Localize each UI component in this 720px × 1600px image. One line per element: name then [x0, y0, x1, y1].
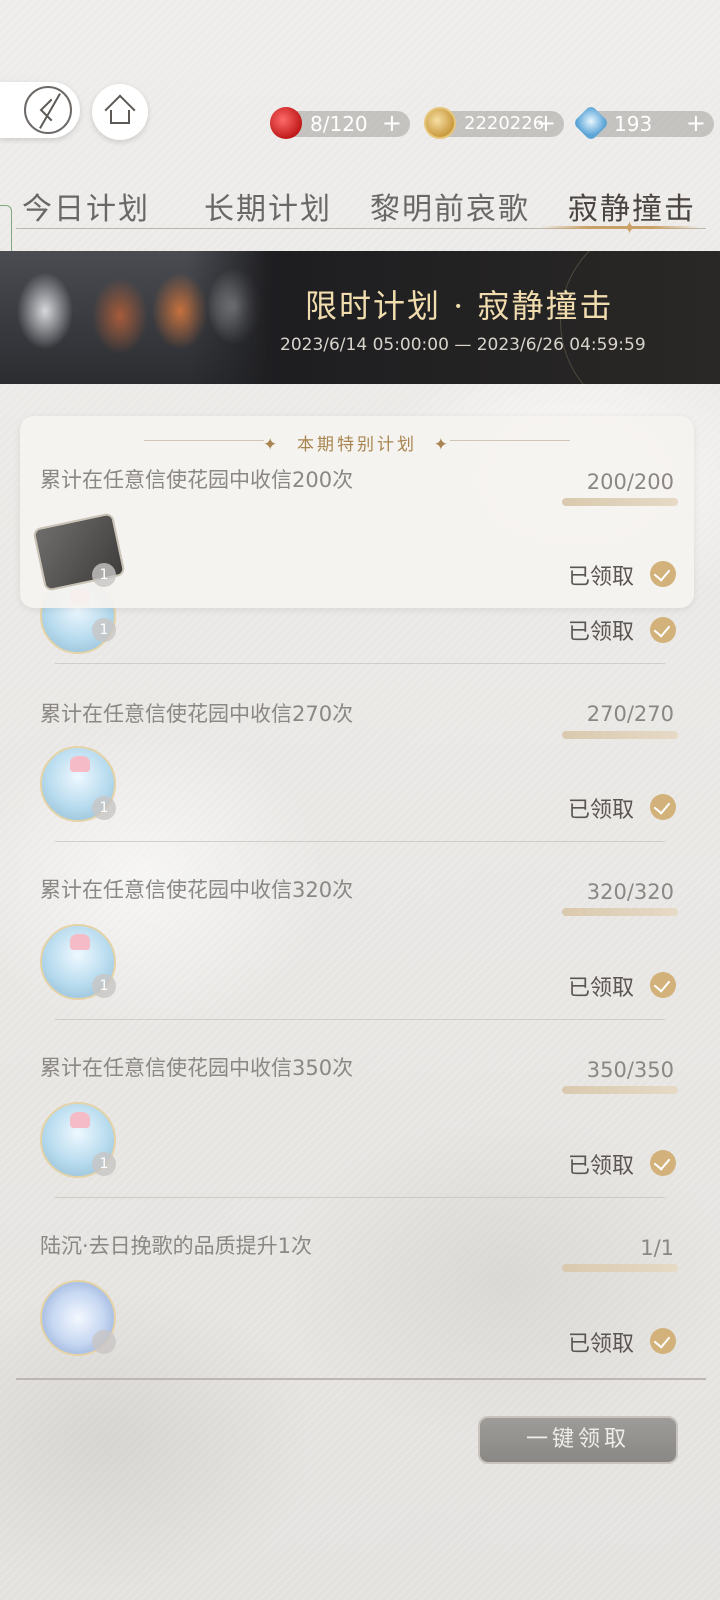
check-icon: [650, 1150, 676, 1176]
gold-value: 2220226: [464, 113, 545, 134]
claimed-label: 已领取: [568, 1332, 635, 1357]
tab-today-plan[interactable]: 今日计划: [22, 184, 150, 228]
claimed-label: 已领取: [568, 976, 635, 1001]
back-arrow-icon: [24, 86, 72, 134]
claim-all-button[interactable]: 一键领取: [478, 1416, 678, 1464]
add-stamina-button[interactable]: +: [382, 110, 402, 136]
add-diamond-button[interactable]: +: [686, 110, 706, 136]
stamina-counter: 8/120 +: [270, 107, 410, 139]
event-banner: 限时计划 · 寂静撞击 2023/6/14 05:00:00 — 2023/6/…: [0, 251, 720, 384]
check-icon: [650, 794, 676, 820]
task-progress: 270/270: [586, 702, 674, 726]
reward-qty: [92, 1330, 116, 1354]
divider: [55, 841, 665, 842]
task-description: 累计在任意信使花园中收信350次: [40, 1056, 354, 1080]
tab-bar: 今日计划 长期计划 黎明前哀歌 寂静撞击 ✦: [0, 180, 720, 239]
task-description: 陆沉·去日挽歌的品质提升1次: [40, 1234, 313, 1258]
divider: [55, 663, 665, 664]
character-artwork: [0, 251, 270, 384]
claimed-label: 已领取: [568, 1154, 635, 1179]
special-plan-heading: ✦ 本期特别计划 ✦: [20, 430, 694, 455]
home-icon: [104, 94, 136, 126]
gold-counter: 2220226 +: [424, 107, 564, 139]
task-progress: 320/320: [586, 880, 674, 904]
check-icon: [650, 1328, 676, 1354]
task-progress: 350/350: [586, 1058, 674, 1082]
reward-qty: 1: [92, 618, 116, 642]
divider: [55, 1019, 665, 1020]
active-tab-indicator: [540, 226, 700, 229]
task-progress: 200/200: [586, 470, 674, 494]
tab-long-term-plan[interactable]: 长期计划: [204, 184, 332, 228]
progress-bar: [562, 498, 678, 506]
banner-date-range: 2023/6/14 05:00:00 — 2023/6/26 04:59:59: [280, 335, 646, 355]
tab-dawn-elegy[interactable]: 黎明前哀歌: [370, 184, 530, 228]
reward-qty: 1: [92, 974, 116, 998]
reward-qty: 1: [92, 1152, 116, 1176]
task-progress: 1/1: [640, 1236, 674, 1260]
progress-bar: [562, 1264, 678, 1272]
progress-bar: [562, 1086, 678, 1094]
footer-divider: [16, 1378, 706, 1380]
home-button[interactable]: [92, 84, 148, 140]
claimed-label: 已领取: [568, 798, 635, 823]
progress-bar: [562, 908, 678, 916]
task-description: 累计在任意信使花园中收信320次: [40, 878, 354, 902]
check-icon: [650, 617, 676, 643]
divider: [55, 1197, 665, 1198]
stamina-value: 8/120: [310, 112, 368, 136]
task-description: 累计在任意信使花园中收信270次: [40, 702, 354, 726]
claimed-label: 已领取: [568, 565, 635, 590]
check-icon: [650, 972, 676, 998]
task-description: 累计在任意信使花园中收信200次: [40, 468, 354, 492]
reward-qty: 1: [92, 563, 116, 587]
progress-bar: [562, 731, 678, 739]
apple-icon: [270, 107, 302, 139]
diamond-value: 193: [614, 112, 653, 136]
banner-title: 限时计划 · 寂静撞击: [305, 287, 614, 325]
check-icon: [650, 561, 676, 587]
sparkle-icon: ✦: [622, 218, 638, 239]
back-button[interactable]: [0, 82, 80, 138]
claimed-label: 已领取: [568, 620, 635, 645]
gold-coin-icon: [424, 107, 456, 139]
reward-qty: 1: [92, 796, 116, 820]
add-gold-button[interactable]: +: [536, 110, 556, 136]
diamond-counter: 193 +: [572, 104, 714, 142]
